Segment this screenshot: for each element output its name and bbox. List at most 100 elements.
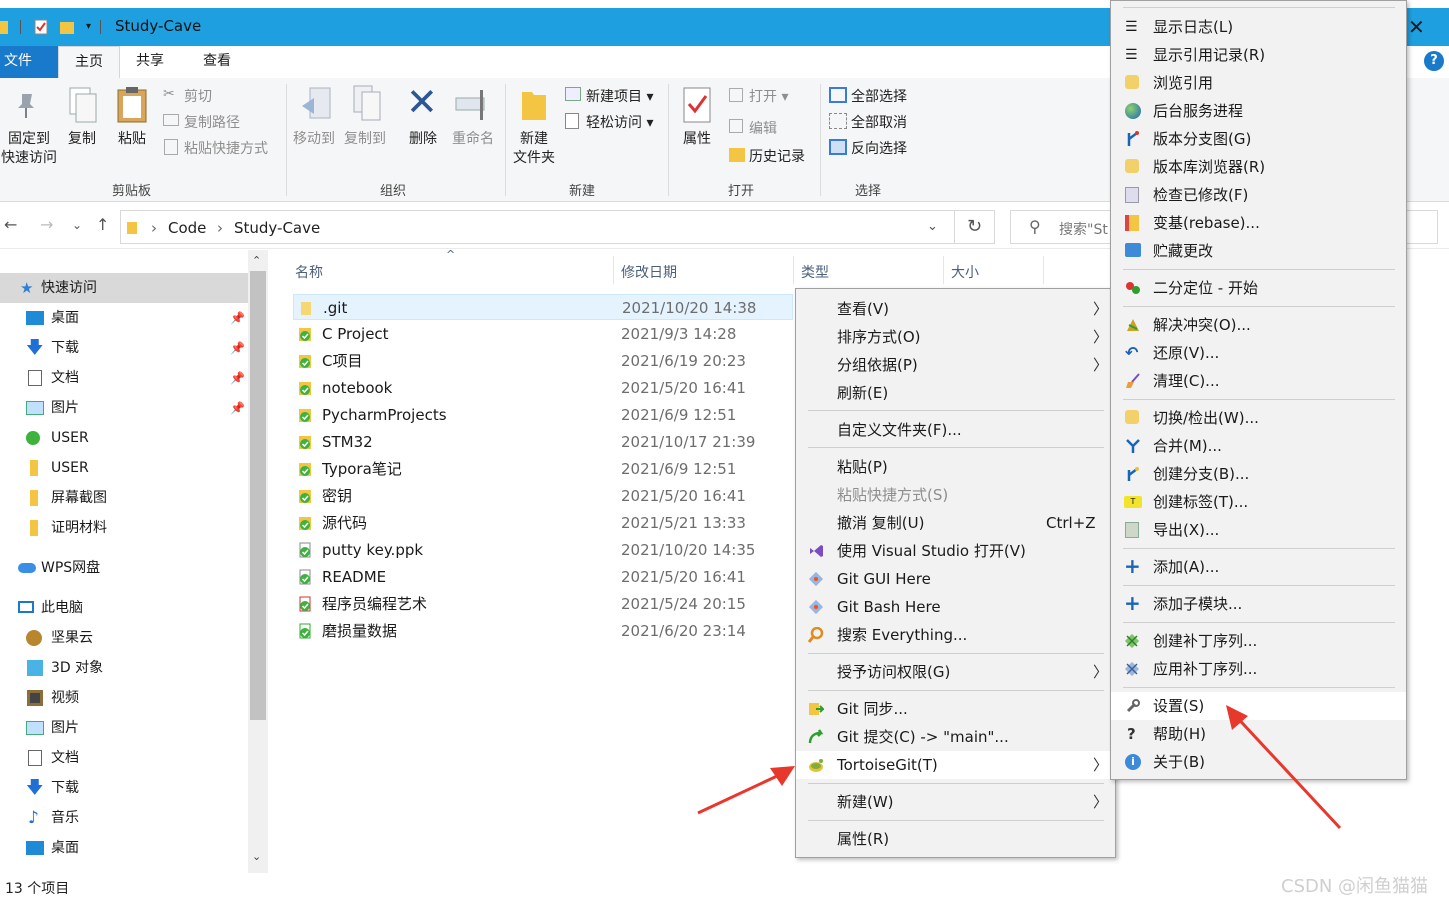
edit-button[interactable]: 编辑	[749, 118, 777, 138]
table-row[interactable]: 密钥 2021/5/20 16:41	[293, 483, 793, 509]
pin-icon[interactable]: 📌	[230, 333, 245, 363]
new-folder-button[interactable]: 新建 文件夹	[510, 130, 558, 168]
column-header-size[interactable]: 大小	[951, 262, 979, 282]
menu-item-settings[interactable]: 设置(S)	[1111, 692, 1406, 720]
menu-item-sort[interactable]: 排序方式(O) 〉	[796, 323, 1115, 351]
table-row[interactable]: STM32 2021/10/17 21:39	[293, 429, 793, 455]
copy-button[interactable]: 复制	[64, 130, 100, 149]
menu-item-git-sync[interactable]: Git 同步...	[796, 695, 1115, 723]
menu-item-git-gui[interactable]: Git GUI Here	[796, 565, 1115, 593]
menu-item-new[interactable]: 新建(W) 〉	[796, 788, 1115, 816]
menu-item-view[interactable]: 查看(V) 〉	[796, 295, 1115, 323]
table-row[interactable]: .git 2021/10/20 14:38	[293, 294, 793, 320]
column-separator[interactable]	[793, 256, 794, 284]
menu-item-browse-refs[interactable]: 浏览引用	[1111, 69, 1406, 97]
new-item-button[interactable]: 新建项目 ▾	[586, 86, 653, 106]
menu-item-open-visual-studio[interactable]: 使用 Visual Studio 打开(V)	[796, 537, 1115, 565]
cut-button[interactable]: 剪切	[184, 86, 212, 106]
breadcrumb-code[interactable]: Code	[168, 219, 206, 237]
menu-item-group[interactable]: 分组依据(P) 〉	[796, 351, 1115, 379]
copy-to-button[interactable]: 复制到	[340, 130, 390, 149]
menu-item-rebase[interactable]: 变基(rebase)...	[1111, 209, 1406, 237]
menu-item-revision-graph[interactable]: 版本分支图(G)	[1111, 125, 1406, 153]
column-separator[interactable]	[1043, 256, 1044, 284]
nav-downloads[interactable]: 🡇 下载 📌	[0, 333, 248, 363]
paste-button[interactable]: 粘贴	[114, 130, 150, 149]
table-row[interactable]: notebook 2021/5/20 16:41	[293, 375, 793, 401]
properties-button[interactable]: 属性	[678, 130, 716, 149]
rename-button[interactable]: 重命名	[448, 130, 498, 149]
menu-item-resolve[interactable]: 解决冲突(O)...	[1111, 311, 1406, 339]
copy-path-button[interactable]: 复制路径	[184, 112, 240, 132]
table-row[interactable]: C项目 2021/6/19 20:23	[293, 348, 793, 374]
menu-item-undo-copy[interactable]: 撤消 复制(U) Ctrl+Z	[796, 509, 1115, 537]
menu-item-help[interactable]: ? 帮助(H)	[1111, 720, 1406, 748]
table-row[interactable]: putty key.ppk 2021/10/20 14:35	[293, 537, 793, 563]
menu-item-git-bash[interactable]: Git Bash Here	[796, 593, 1115, 621]
menu-item-customize-folder[interactable]: 自定义文件夹(F)...	[796, 416, 1115, 444]
menu-item-repo-browser[interactable]: 版本库浏览器(R)	[1111, 153, 1406, 181]
tab-home[interactable]: 主页	[58, 46, 120, 78]
nav-videos[interactable]: 视频	[0, 683, 248, 713]
nav-nutstore[interactable]: 坚果云	[0, 623, 248, 653]
menu-item-show-log[interactable]: ☰ 显示日志(L)	[1111, 13, 1406, 41]
nav-pictures[interactable]: 图片 📌	[0, 393, 248, 423]
menu-item-about[interactable]: i 关于(B)	[1111, 748, 1406, 776]
history-button[interactable]: 历史记录	[749, 146, 805, 166]
new-folder-quick-icon[interactable]	[60, 19, 74, 35]
table-row[interactable]: README 2021/5/20 16:41	[293, 564, 793, 590]
tab-view[interactable]: 查看	[195, 46, 239, 78]
easy-access-button[interactable]: 轻松访问 ▾	[586, 112, 653, 132]
menu-item-create-branch[interactable]: 创建分支(B)...	[1111, 460, 1406, 488]
menu-item-apply-patch-serial[interactable]: 应用补丁序列...	[1111, 655, 1406, 683]
menu-item-search-everything[interactable]: 搜索 Everything...	[796, 621, 1115, 649]
menu-item-bisect-start[interactable]: 二分定位 - 开始	[1111, 274, 1406, 302]
nav-3d-objects[interactable]: 3D 对象	[0, 653, 248, 683]
menu-item-switch-checkout[interactable]: 切换/检出(W)...	[1111, 404, 1406, 432]
select-all-button[interactable]: 全部选择	[851, 86, 907, 106]
menu-item-show-reflog[interactable]: ☰ 显示引用记录(R)	[1111, 41, 1406, 69]
nav-user[interactable]: USER	[0, 453, 248, 483]
scroll-thumb[interactable]	[250, 271, 266, 720]
tab-share[interactable]: 共享	[128, 46, 172, 78]
menu-item-properties[interactable]: 属性(R)	[796, 825, 1115, 853]
menu-item-add[interactable]: + 添加(A)...	[1111, 553, 1406, 581]
pin-icon[interactable]: 📌	[230, 393, 245, 423]
paste-shortcut-button[interactable]: 粘贴快捷方式	[184, 138, 268, 158]
table-row[interactable]: 磨损量数据 2021/6/20 23:14	[293, 618, 793, 644]
table-row[interactable]: C Project 2021/9/3 14:28	[293, 321, 793, 347]
nav-music[interactable]: ♪ 音乐	[0, 803, 248, 833]
menu-item-stash[interactable]: 贮藏更改	[1111, 237, 1406, 265]
nav-certificates[interactable]: 证明材料	[0, 513, 248, 543]
nav-desktop-pc[interactable]: 桌面	[0, 833, 248, 863]
address-bar[interactable]: › Code › Study-Cave ⌄	[120, 210, 955, 244]
column-separator[interactable]	[613, 256, 614, 284]
nav-documents[interactable]: 文档 📌	[0, 363, 248, 393]
breadcrumb-study-cave[interactable]: Study-Cave	[234, 219, 320, 237]
properties-quick-icon[interactable]	[34, 19, 48, 35]
menu-item-create-patch-serial[interactable]: 创建补丁序列...	[1111, 627, 1406, 655]
back-arrow-icon[interactable]: ←	[4, 215, 17, 234]
delete-button[interactable]: 删除	[403, 130, 443, 149]
nav-scrollbar[interactable]: ⌃ ⌄	[248, 250, 268, 873]
column-separator[interactable]	[943, 256, 944, 284]
menu-item-merge[interactable]: 合并(M)...	[1111, 432, 1406, 460]
table-row[interactable]: 源代码 2021/5/21 13:33	[293, 510, 793, 536]
move-to-button[interactable]: 移动到	[290, 130, 338, 149]
nav-quick-access[interactable]: ★ 快速访问	[0, 273, 248, 303]
menu-item-daemon[interactable]: 后台服务进程	[1111, 97, 1406, 125]
nav-downloads-pc[interactable]: 🡇 下载	[0, 773, 248, 803]
tab-file[interactable]: 文件	[0, 46, 58, 78]
forward-arrow-icon[interactable]: →	[40, 215, 53, 234]
recent-chevron-icon[interactable]: ⌄	[72, 218, 82, 232]
nav-this-pc[interactable]: 此电脑	[0, 593, 248, 623]
column-header-date[interactable]: 修改日期	[621, 262, 677, 282]
nav-user-git[interactable]: USER	[0, 423, 248, 453]
nav-wps-drive[interactable]: WPS网盘	[0, 553, 248, 583]
menu-item-export[interactable]: 导出(X)...	[1111, 516, 1406, 544]
address-dropdown-icon[interactable]: ⌄	[927, 219, 938, 234]
menu-item-cleanup[interactable]: 清理(C)...	[1111, 367, 1406, 395]
column-header-name[interactable]: 名称	[295, 262, 323, 282]
table-row[interactable]: PycharmProjects 2021/6/9 12:51	[293, 402, 793, 428]
open-button[interactable]: 打开 ▾	[749, 86, 788, 106]
